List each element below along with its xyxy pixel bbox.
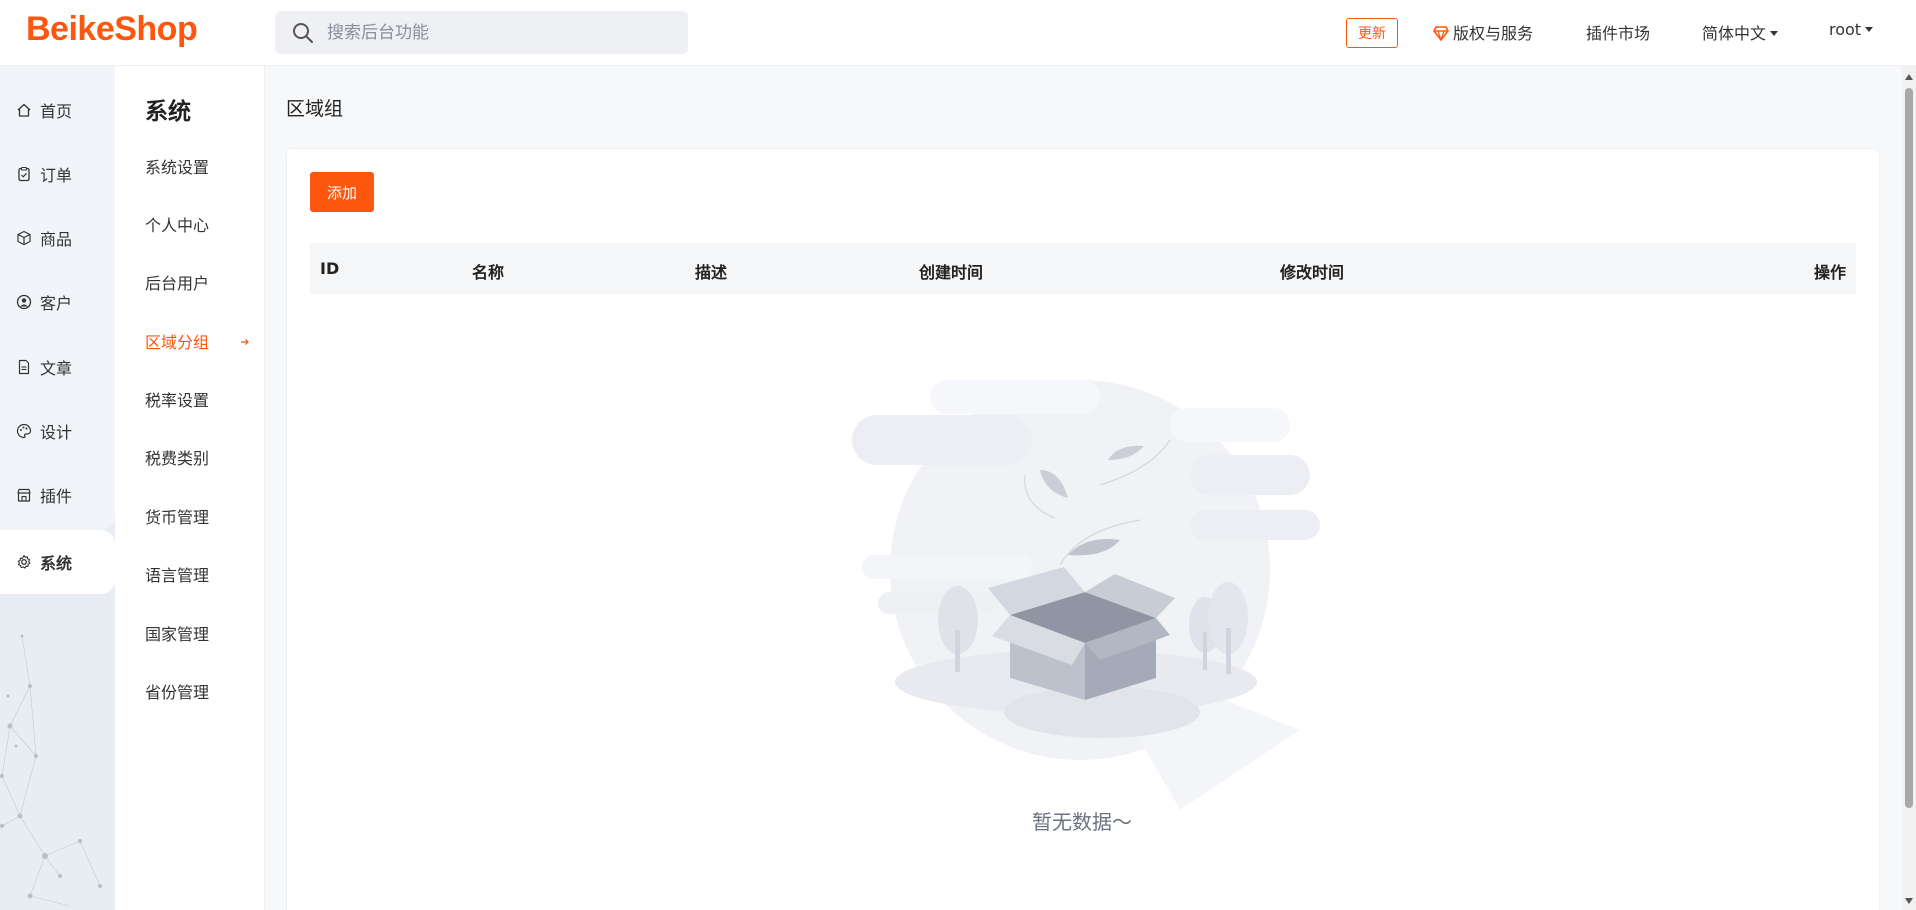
gear-icon <box>17 554 31 569</box>
sidebar-item-label: 商品 <box>40 230 73 249</box>
page-title: 区域组 <box>286 98 344 120</box>
top-header: BeikeShop 更新 版权与服务 插件市场 简体中文 root <box>0 0 1916 66</box>
sidebar-item-plugins[interactable]: 插件 <box>0 466 115 524</box>
language-label: 简体中文 <box>1702 24 1767 43</box>
sidebar-item-home[interactable]: 首页 <box>0 81 115 139</box>
language-dropdown[interactable]: 简体中文 <box>1702 20 1779 44</box>
sidebar-item-label: 客户 <box>40 294 73 313</box>
scroll-up-arrow-icon[interactable] <box>1905 74 1913 80</box>
column-header-description: 描述 <box>695 263 728 282</box>
table-header: ID 名称 描述 创建时间 修改时间 操作 <box>310 243 1856 294</box>
user-dropdown[interactable]: root <box>1829 20 1874 39</box>
submenu-item-personal-center[interactable]: 个人中心 <box>145 212 209 236</box>
submenu-item-admin-users[interactable]: 后台用户 <box>145 270 209 294</box>
document-icon <box>18 359 30 375</box>
sidebar-item-orders[interactable]: 订单 <box>0 145 115 203</box>
column-header-updated-at: 修改时间 <box>1280 263 1345 282</box>
submenu-item-tax-classes[interactable]: 税费类别 <box>145 445 209 469</box>
sidebar-item-label: 系统 <box>40 554 73 573</box>
caret-down-icon <box>1865 27 1874 32</box>
scrollbar-thumb[interactable] <box>1905 88 1913 808</box>
primary-sidebar: 首页 订单 商品 客户 文章 设计 插件 系统 <box>0 66 115 910</box>
sidebar-item-label: 设计 <box>40 423 73 442</box>
license-service-label: 版权与服务 <box>1453 24 1534 43</box>
sidebar-item-customers[interactable]: 客户 <box>0 273 115 331</box>
network-pattern-decoration <box>0 634 102 907</box>
brand-logo[interactable]: BeikeShop <box>26 10 198 49</box>
column-header-created-at: 创建时间 <box>919 263 984 282</box>
sidebar-item-label: 订单 <box>40 166 73 185</box>
sidebar-item-label: 文章 <box>40 359 73 378</box>
search-input[interactable] <box>327 11 667 54</box>
submenu-item-provinces[interactable]: 省份管理 <box>145 679 209 703</box>
box-icon <box>17 230 31 246</box>
submenu-item-countries[interactable]: 国家管理 <box>145 621 209 645</box>
sidebar-item-articles[interactable]: 文章 <box>0 338 115 396</box>
user-label: root <box>1829 20 1862 39</box>
sidebar-item-system[interactable]: 系统 <box>0 530 115 594</box>
palette-icon <box>16 423 32 439</box>
store-icon <box>17 488 31 502</box>
gem-icon <box>1433 26 1449 41</box>
submenu-item-currencies[interactable]: 货币管理 <box>145 504 209 528</box>
empty-state-text: 暂无数据～ <box>1032 810 1132 834</box>
empty-box-illustration <box>852 380 1320 810</box>
search-box[interactable] <box>275 11 688 54</box>
add-button[interactable]: 添加 <box>310 172 374 212</box>
submenu-item-system-settings[interactable]: 系统设置 <box>145 154 209 178</box>
home-icon <box>17 103 31 117</box>
submenu-item-region-groups[interactable]: 区域分组 <box>145 329 209 353</box>
column-header-id: ID <box>320 259 340 278</box>
column-header-actions: 操作 <box>1813 263 1846 282</box>
caret-down-icon <box>1770 31 1779 36</box>
plugin-market-link[interactable]: 插件市场 <box>1586 20 1650 44</box>
clipboard-icon <box>18 166 30 182</box>
sidebar-item-design[interactable]: 设计 <box>0 402 115 460</box>
sidebar-item-label: 插件 <box>40 487 73 506</box>
arrow-right-icon <box>241 339 249 345</box>
submenu-item-languages[interactable]: 语言管理 <box>145 562 209 586</box>
submenu-title: 系统 <box>145 99 191 125</box>
column-header-name: 名称 <box>472 263 505 282</box>
update-button[interactable]: 更新 <box>1346 18 1398 48</box>
sidebar-item-label: 首页 <box>40 102 73 121</box>
search-icon <box>293 23 313 43</box>
scroll-down-arrow-icon[interactable] <box>1905 898 1913 904</box>
secondary-sidebar: 系统 系统设置 个人中心 后台用户 区域分组 税率设置 税费类别 货币管理 语言… <box>115 66 265 910</box>
sidebar-item-products[interactable]: 商品 <box>0 209 115 267</box>
user-circle-icon <box>16 294 32 310</box>
license-service-link[interactable]: 版权与服务 <box>1433 20 1533 44</box>
page-scrollbar[interactable] <box>1902 66 1916 910</box>
submenu-item-tax-rates[interactable]: 税率设置 <box>145 387 209 411</box>
